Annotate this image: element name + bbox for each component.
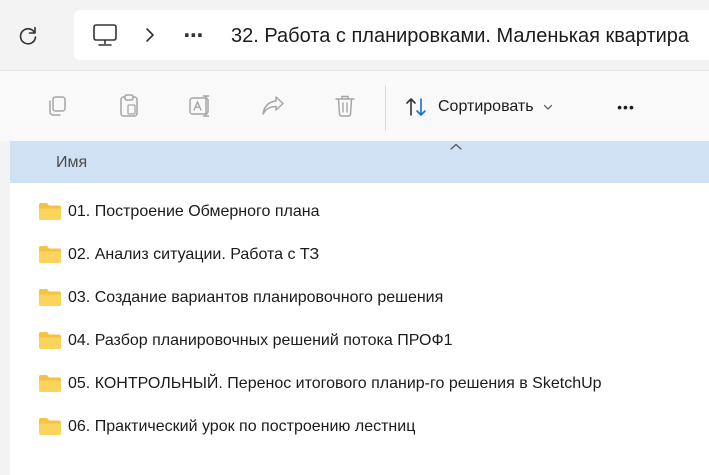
see-more-button[interactable]: ••• <box>610 95 642 119</box>
folder-icon <box>39 332 61 349</box>
refresh-icon <box>19 26 37 45</box>
ellipsis-icon: ⋯ <box>183 24 204 47</box>
navigation-pane-edge <box>0 141 10 475</box>
more-options-icon: ••• <box>617 99 635 115</box>
chevron-right-icon[interactable] <box>142 26 158 44</box>
list-item-name: 04. Разбор планировочных решений потока … <box>68 332 453 349</box>
delete-button[interactable] <box>330 91 360 121</box>
list-item[interactable]: 05. КОНТРОЛЬНЫЙ. Перенос итогового плани… <box>10 362 709 405</box>
toolbar-divider <box>385 85 386 131</box>
list-item[interactable]: 03. Создание вариантов планировочного ре… <box>10 276 709 319</box>
chevron-down-icon <box>543 104 552 110</box>
sort-ascending-caret-icon <box>450 143 462 150</box>
breadcrumb-current-folder[interactable]: 32. Работа с планировками. Маленькая ква… <box>231 23 689 49</box>
column-header-row: Имя <box>10 141 709 183</box>
copy-button[interactable] <box>42 91 72 121</box>
folder-icon <box>39 289 61 306</box>
rename-button[interactable] <box>186 91 216 121</box>
this-pc-icon[interactable] <box>91 22 119 48</box>
list-item[interactable]: 06. Практический урок по построению лест… <box>10 405 709 448</box>
copy-icon <box>49 96 66 116</box>
file-explorer-window: ⋯ 32. Работа с планировками. Маленькая к… <box>0 0 709 475</box>
list-item-name: 03. Создание вариантов планировочного ре… <box>68 289 444 306</box>
hidden-breadcrumbs-button[interactable]: ⋯ <box>178 22 208 48</box>
folder-icon <box>39 375 61 392</box>
list-item[interactable]: 04. Разбор планировочных решений потока … <box>10 319 709 362</box>
column-header-name[interactable]: Имя <box>56 154 87 172</box>
sort-arrows-icon <box>406 98 426 116</box>
sort-label: Сортировать <box>438 98 534 115</box>
clipboard-icon <box>120 94 138 117</box>
paste-button[interactable] <box>114 91 144 121</box>
folder-icon <box>39 246 61 263</box>
list-item-name: 06. Практический урок по построению лест… <box>68 418 416 435</box>
trash-icon <box>335 95 355 117</box>
folder-icon <box>39 418 61 435</box>
share-icon <box>262 96 284 115</box>
list-item-name: 05. КОНТРОЛЬНЫЙ. Перенос итогового плани… <box>68 375 602 392</box>
sort-button[interactable]: Сортировать <box>404 91 554 123</box>
folder-icon <box>39 203 61 220</box>
rename-icon <box>189 95 210 117</box>
address-box[interactable]: ⋯ 32. Работа с планировками. Маленькая к… <box>74 10 709 60</box>
file-list: 01. Построение Обмерного плана 02. Анали… <box>10 190 709 448</box>
list-item-name: 01. Построение Обмерного плана <box>68 203 320 220</box>
list-item[interactable]: 01. Построение Обмерного плана <box>10 190 709 233</box>
list-item[interactable]: 02. Анализ ситуации. Работа с ТЗ <box>10 233 709 276</box>
command-bar: Сортировать ••• <box>0 71 709 141</box>
refresh-button[interactable] <box>12 20 44 52</box>
list-item-name: 02. Анализ ситуации. Работа с ТЗ <box>68 246 320 263</box>
address-bar-row: ⋯ 32. Работа с планировками. Маленькая к… <box>0 0 709 70</box>
share-button[interactable] <box>258 91 288 121</box>
